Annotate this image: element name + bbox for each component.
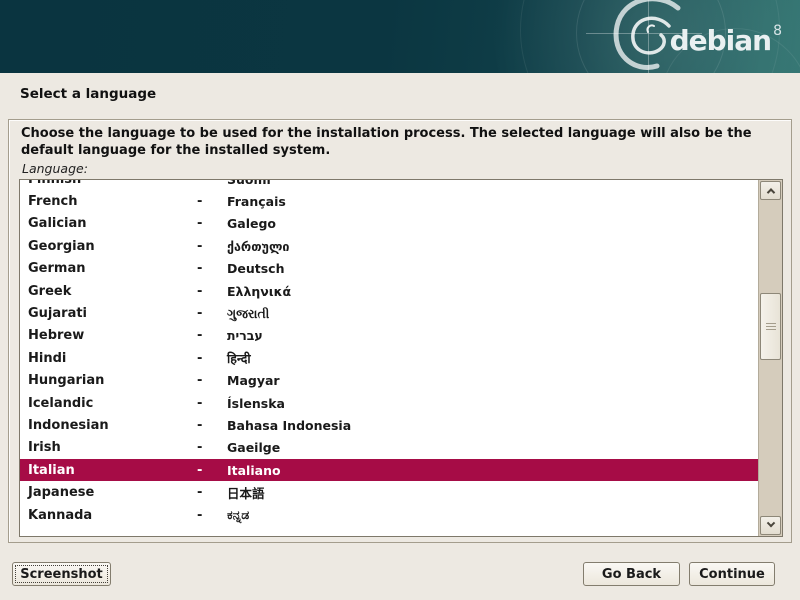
- separator-dash: -: [197, 306, 227, 321]
- brand-name: debian: [670, 24, 772, 57]
- language-row[interactable]: Japanese - 日本語: [20, 481, 758, 503]
- language-english-name: Finnish: [28, 180, 197, 187]
- language-row[interactable]: Icelandic - Íslenska: [20, 392, 758, 414]
- language-english-name: French: [28, 194, 197, 209]
- language-english-name: Hungarian: [28, 373, 197, 388]
- language-row[interactable]: French - Français: [20, 190, 758, 212]
- language-listbox[interactable]: Finnish - Suomi French - Français Galici…: [19, 179, 783, 537]
- separator-dash: -: [197, 463, 227, 478]
- language-english-name: Greek: [28, 284, 197, 299]
- language-row[interactable]: Greek - Ελληνικά: [20, 280, 758, 302]
- vertical-scrollbar[interactable]: [758, 180, 782, 536]
- language-row[interactable]: Hungarian - Magyar: [20, 370, 758, 392]
- separator-dash: -: [197, 239, 227, 254]
- description-text: Choose the language to be used for the i…: [21, 125, 753, 159]
- language-row[interactable]: Finnish - Suomi: [20, 180, 758, 190]
- separator-dash: -: [197, 328, 227, 343]
- chevron-down-icon: [766, 518, 774, 526]
- separator-dash: -: [197, 418, 227, 433]
- language-label: Language:: [22, 161, 88, 176]
- language-native-name: Bahasa Indonesia: [227, 418, 758, 433]
- language-native-name: 日本語: [227, 483, 758, 502]
- chevron-up-icon: [766, 188, 774, 196]
- language-english-name: Gujarati: [28, 306, 197, 321]
- language-native-name: Gaeilge: [227, 440, 758, 455]
- language-row[interactable]: Galician - Galego: [20, 213, 758, 235]
- language-row[interactable]: Italian - Italiano: [20, 459, 758, 481]
- language-row[interactable]: Gujarati - ગુજરાતી: [20, 302, 758, 324]
- page-title: Select a language: [20, 86, 156, 102]
- language-native-name: Ελληνικά: [227, 284, 758, 299]
- brand-version: 8: [773, 23, 782, 39]
- separator-dash: -: [197, 508, 227, 523]
- language-native-name: ქართული: [227, 239, 758, 254]
- language-native-name: ಕನ್ನಡ: [227, 507, 758, 523]
- language-english-name: German: [28, 261, 197, 276]
- language-native-name: Íslenska: [227, 396, 758, 411]
- language-native-name: Suomi: [227, 180, 758, 187]
- separator-dash: -: [197, 284, 227, 299]
- language-native-name: ગુજરાતી: [227, 306, 758, 322]
- separator-dash: -: [197, 180, 227, 187]
- content-frame: Choose the language to be used for the i…: [8, 119, 792, 543]
- language-native-name: Magyar: [227, 373, 758, 388]
- language-row[interactable]: German - Deutsch: [20, 258, 758, 280]
- separator-dash: -: [197, 261, 227, 276]
- separator-dash: -: [197, 351, 227, 366]
- go-back-button[interactable]: Go Back: [583, 562, 680, 586]
- language-english-name: Georgian: [28, 239, 197, 254]
- language-english-name: Italian: [28, 463, 197, 478]
- language-row[interactable]: Irish - Gaeilge: [20, 437, 758, 459]
- language-native-name: עברית: [227, 328, 758, 343]
- language-english-name: Kannada: [28, 508, 197, 523]
- language-english-name: Irish: [28, 440, 197, 455]
- scrollbar-thumb[interactable]: [760, 293, 781, 360]
- separator-dash: -: [197, 396, 227, 411]
- banner: debian8: [0, 0, 800, 73]
- language-english-name: Indonesian: [28, 418, 197, 433]
- language-row[interactable]: Hebrew - עברית: [20, 325, 758, 347]
- brand-logo: debian8: [670, 27, 782, 55]
- language-row[interactable]: Hindi - हिन्दी: [20, 347, 758, 369]
- language-row[interactable]: Indonesian - Bahasa Indonesia: [20, 414, 758, 436]
- separator-dash: -: [197, 194, 227, 209]
- language-row[interactable]: Georgian - ქართული: [20, 235, 758, 257]
- language-native-name: Italiano: [227, 463, 758, 478]
- language-english-name: Hebrew: [28, 328, 197, 343]
- separator-dash: -: [197, 440, 227, 455]
- language-english-name: Galician: [28, 216, 197, 231]
- language-native-name: हिन्दी: [227, 350, 758, 367]
- language-rows: Finnish - Suomi French - Français Galici…: [20, 180, 758, 526]
- scroll-down-button[interactable]: [760, 516, 781, 535]
- language-english-name: Japanese: [28, 485, 197, 500]
- separator-dash: -: [197, 373, 227, 388]
- thumb-grip-icon: [766, 323, 776, 330]
- separator-dash: -: [197, 216, 227, 231]
- separator-dash: -: [197, 485, 227, 500]
- scrollbar-track[interactable]: [759, 200, 782, 516]
- language-english-name: Hindi: [28, 351, 197, 366]
- language-english-name: Icelandic: [28, 396, 197, 411]
- language-native-name: Français: [227, 194, 758, 209]
- installer-window: debian8 Select a language Choose the lan…: [0, 0, 800, 600]
- scroll-up-button[interactable]: [760, 181, 781, 200]
- continue-button[interactable]: Continue: [689, 562, 775, 586]
- language-native-name: Galego: [227, 216, 758, 231]
- language-row[interactable]: Kannada - ಕನ್ನಡ: [20, 504, 758, 526]
- screenshot-button[interactable]: Screenshot: [12, 562, 111, 586]
- language-native-name: Deutsch: [227, 261, 758, 276]
- language-rows-viewport: Finnish - Suomi French - Français Galici…: [20, 180, 758, 536]
